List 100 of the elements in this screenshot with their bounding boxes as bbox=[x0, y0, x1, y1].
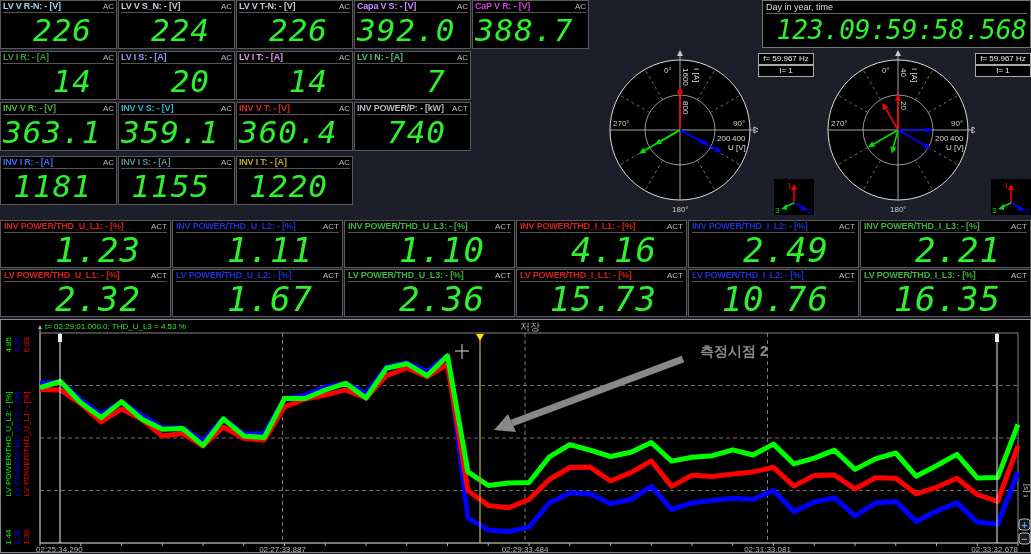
meter-value: 15.73 bbox=[548, 282, 658, 317]
meter-label: LV POWER/THD_U_L3: - [%] bbox=[348, 270, 464, 281]
zoom-in-button[interactable]: + bbox=[1018, 518, 1031, 531]
tick-label: 02:29:33.484 bbox=[501, 545, 549, 553]
axis-label: 200 bbox=[935, 134, 949, 143]
meter-label: Capa V S: - [V] bbox=[357, 1, 416, 12]
meter-value: 1220 bbox=[248, 169, 329, 204]
meter-value: 392.0 bbox=[357, 13, 457, 48]
mode-tag: ACT bbox=[839, 221, 855, 232]
axis-label: 270° bbox=[613, 119, 630, 128]
legend-label: 2 bbox=[808, 207, 813, 215]
meter-value: 1.23 bbox=[54, 233, 142, 268]
cursor-line[interactable] bbox=[58, 332, 62, 544]
cursor-readout: t= 02:29:01.000.0: THD_U_L3 = 4.53 % bbox=[45, 322, 186, 331]
axis-title: LV POWER/THD_U_L2: - [%] bbox=[13, 391, 22, 497]
meter-value: 363.1 bbox=[3, 115, 103, 150]
cursor-line[interactable] bbox=[995, 332, 999, 544]
tick-label: 02:27:33.887 bbox=[259, 545, 306, 553]
meter-label: LV I T: - [A] bbox=[239, 52, 283, 63]
mode-tag: AC bbox=[220, 52, 232, 63]
meter-value: 226 bbox=[268, 13, 329, 48]
frequency-reading: f= 59.967 Hz bbox=[975, 53, 1031, 65]
axis-label: 180° bbox=[672, 205, 689, 214]
tick-label: 02:25:34.290 bbox=[36, 545, 83, 553]
meter-value: 226 bbox=[32, 13, 93, 48]
meter-label: LV POWER/THD_I_L2: - [%] bbox=[692, 270, 804, 281]
meter-label: LV POWER/THD_U_L2: - [%] bbox=[176, 270, 292, 281]
meter-value: 2.32 bbox=[54, 282, 142, 317]
meter-value: 1155 bbox=[130, 169, 211, 204]
mode-tag: AC bbox=[102, 52, 114, 63]
axis-title: LV POWER/THD_U_L1: - [%] bbox=[22, 391, 31, 497]
axis-label: 400 bbox=[732, 134, 746, 143]
mode-tag: AC bbox=[456, 1, 468, 12]
meter-value: 1.67 bbox=[226, 282, 314, 317]
mode-tag: AC bbox=[102, 1, 114, 12]
meter-value: 4.16 bbox=[570, 233, 658, 268]
mode-tag: AC bbox=[220, 1, 232, 12]
meter-value: 1.11 bbox=[226, 233, 314, 268]
axis-label: 90° bbox=[951, 119, 964, 128]
meter-value: 1181 bbox=[12, 169, 93, 204]
meter-label: LV V S_N: - [V] bbox=[121, 1, 181, 12]
meter-value: 16.35 bbox=[892, 282, 1002, 317]
mode-tag: ACT bbox=[667, 270, 683, 281]
meter-label: INV I R: - [A] bbox=[3, 157, 53, 168]
meter-value: 7 bbox=[425, 64, 447, 99]
axis-label: 800 bbox=[681, 101, 690, 115]
mode-tag: ACT bbox=[323, 270, 339, 281]
meter-label: INV V S: - [V] bbox=[121, 103, 174, 114]
legend-label: 3 bbox=[775, 206, 780, 215]
zoom-out-button[interactable]: − bbox=[1018, 532, 1031, 545]
mode-tag: AC bbox=[102, 157, 114, 168]
meter-label: LV I S: - [A] bbox=[121, 52, 167, 63]
meter-label: INV I T: - [A] bbox=[239, 157, 287, 168]
axis-label: 0° bbox=[664, 66, 672, 75]
meter-label: CaP V R: - [V] bbox=[475, 1, 531, 12]
meter-value: 740 bbox=[386, 115, 447, 150]
axis-label: 1600 bbox=[681, 68, 690, 86]
legend-label: 2 bbox=[1025, 207, 1030, 215]
clock-label: Day in year, time bbox=[766, 1, 1027, 14]
axis-title: t [s] bbox=[1021, 484, 1030, 497]
axis-title: LV POWER/THD_U_L3: - [%] bbox=[4, 391, 13, 497]
legend-label: 3 bbox=[992, 206, 997, 215]
mode-tag: ACT bbox=[151, 270, 167, 281]
meter-label: INV POWER/THD_I_L2: - [%] bbox=[692, 221, 808, 232]
frequency-reading: f= 59.967 Hz bbox=[758, 53, 814, 65]
tick-label: 02:31:33.081 bbox=[744, 545, 791, 553]
axis-label: 400 bbox=[950, 134, 964, 143]
save-label: 저장 bbox=[520, 321, 540, 332]
axis-label: I [A] bbox=[910, 68, 919, 83]
meter-value: 14 bbox=[51, 64, 93, 99]
mode-tag: ACT bbox=[495, 221, 511, 232]
axis-label: 180° bbox=[890, 205, 907, 214]
tick-label: 02:33:32.678 bbox=[971, 545, 1018, 553]
meter-value: 360.4 bbox=[239, 115, 339, 150]
mode-tag: AC bbox=[338, 157, 350, 168]
axis-label: 40 bbox=[899, 68, 908, 77]
mode-tag: ACT bbox=[667, 221, 683, 232]
legend-label: 1 bbox=[1004, 181, 1009, 190]
meter-value: 224 bbox=[150, 13, 211, 48]
mode-tag: ACT bbox=[452, 103, 468, 114]
meter-label: INV POWER/P: - [kW] bbox=[357, 103, 444, 114]
mode-tag: AC bbox=[338, 103, 350, 114]
mode-tag: AC bbox=[456, 52, 468, 63]
meter-value: 388.7 bbox=[475, 13, 575, 48]
tick-label: 4.35 bbox=[13, 337, 22, 353]
meter-value: 359.1 bbox=[121, 115, 221, 150]
meter-label: LV I N: - [A] bbox=[357, 52, 403, 63]
mode-tag: ACT bbox=[495, 270, 511, 281]
axis-label: 90° bbox=[733, 119, 746, 128]
meter-value: 20 bbox=[169, 64, 211, 99]
axis-label: 270° bbox=[831, 119, 848, 128]
tick-label: 4.85 bbox=[4, 337, 13, 353]
cursor-line[interactable] bbox=[476, 334, 484, 544]
meter-label: INV POWER/THD_U_L1: - [%] bbox=[4, 221, 124, 232]
count-reading: I= 1 bbox=[758, 65, 814, 77]
mode-tag: AC bbox=[220, 157, 232, 168]
mode-tag: AC bbox=[574, 1, 586, 12]
mode-tag: ACT bbox=[839, 270, 855, 281]
meter-value: 2.36 bbox=[398, 282, 486, 317]
tick-label: 1.28 bbox=[13, 529, 22, 545]
